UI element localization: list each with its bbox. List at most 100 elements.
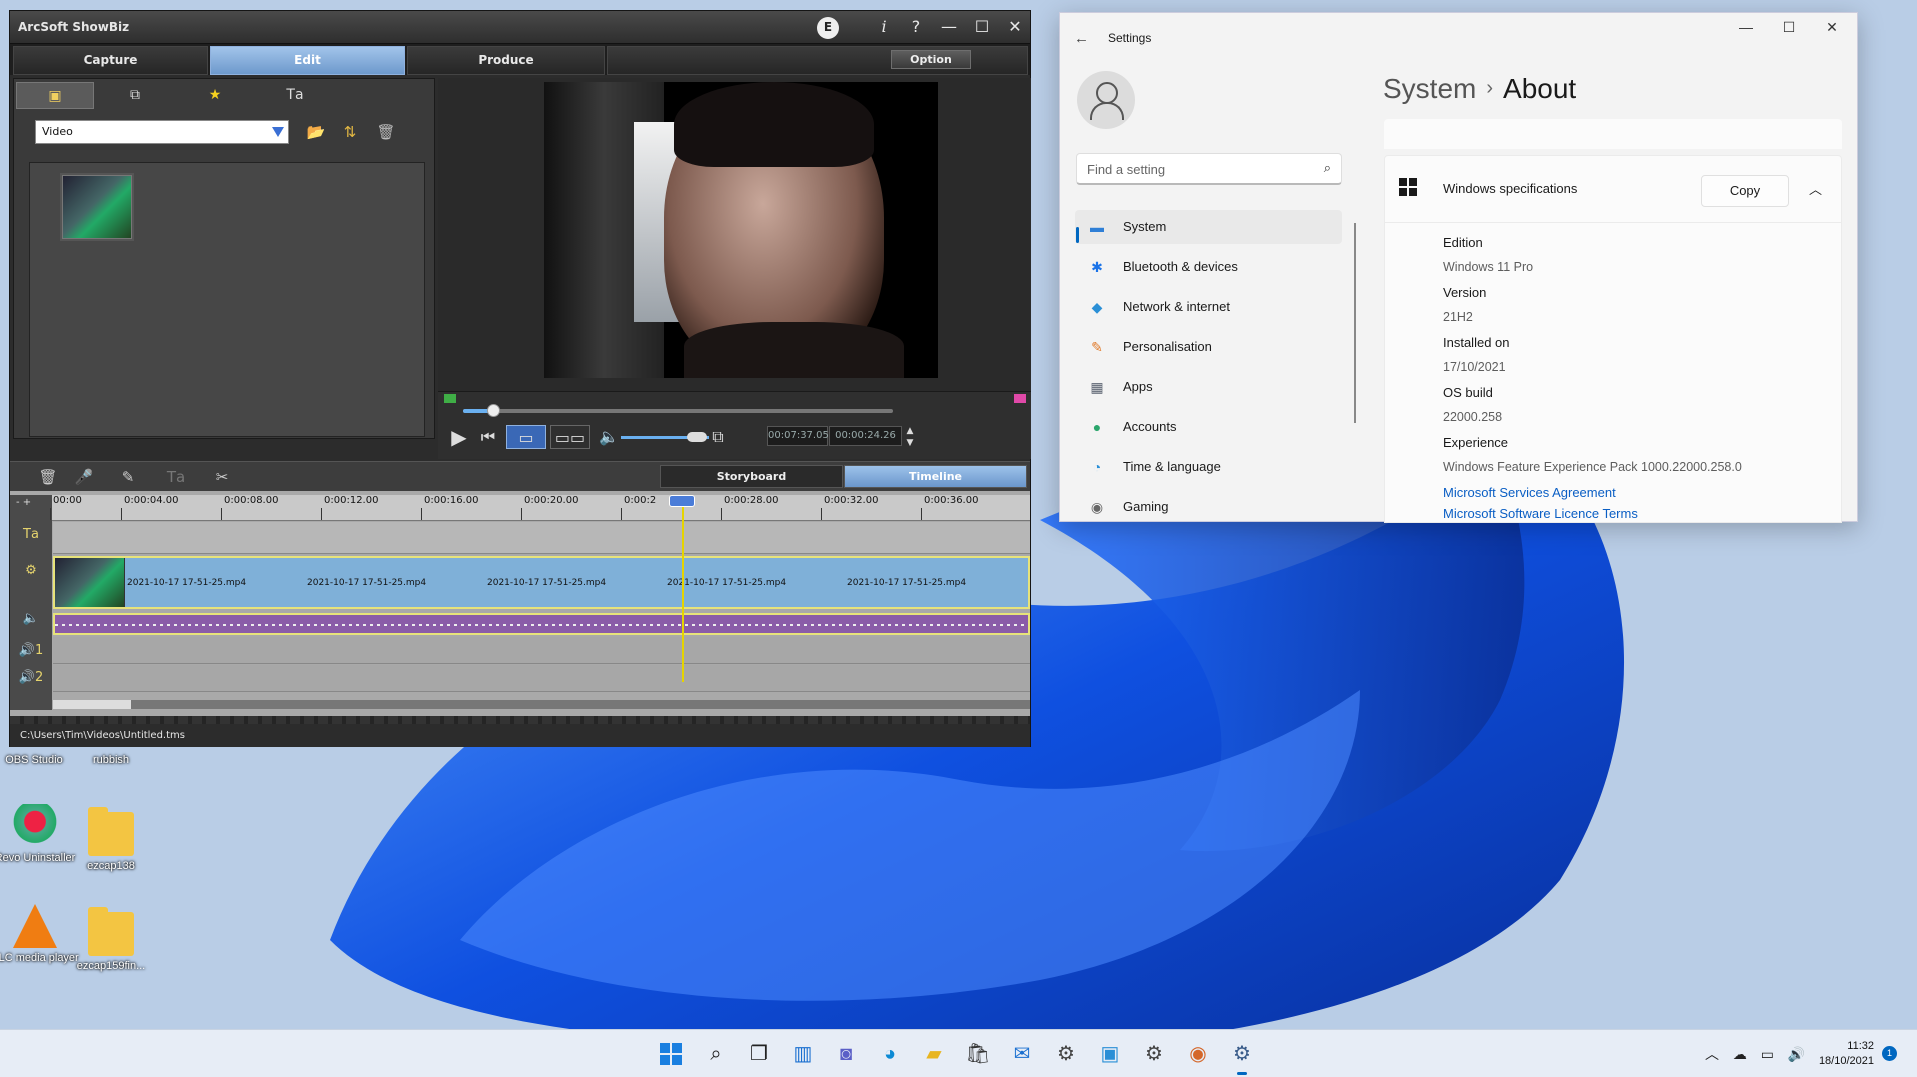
copy-button[interactable]: Copy: [1701, 175, 1789, 207]
tab-produce[interactable]: Produce: [407, 46, 605, 75]
text-tool-icon[interactable]: Tа: [164, 466, 188, 488]
option-button[interactable]: Option: [891, 50, 971, 69]
video-preview[interactable]: [544, 82, 938, 378]
file-explorer-icon[interactable]: ▰: [918, 1038, 950, 1070]
e-account-button[interactable]: E: [817, 17, 839, 39]
sort-icon[interactable]: ⇅: [337, 121, 363, 143]
text-icon[interactable]: Tа: [256, 82, 334, 109]
audio-track[interactable]: [53, 613, 1030, 635]
chevron-up-icon[interactable]: ︿: [1705, 1046, 1719, 1062]
seek-knob[interactable]: [487, 404, 501, 417]
tab-capture[interactable]: Capture: [13, 46, 208, 75]
network-icon[interactable]: ▭: [1761, 1046, 1774, 1062]
fullscreen-icon[interactable]: ⧉: [706, 425, 730, 449]
text-track[interactable]: [53, 522, 1030, 554]
settings-icon[interactable]: ⚙: [1226, 1038, 1258, 1075]
tab-edit[interactable]: Edit: [210, 46, 405, 75]
desktop-icon-ezcap138[interactable]: ezcap138: [66, 807, 156, 872]
browser-icon[interactable]: ◉: [1182, 1038, 1214, 1070]
task-view-icon[interactable]: ❐: [743, 1038, 775, 1070]
notification-badge[interactable]: 1: [1882, 1046, 1897, 1061]
close-button[interactable]: ✕: [1003, 17, 1027, 37]
delete-icon[interactable]: 🗑: [373, 121, 399, 143]
volume-icon[interactable]: 🔊: [1788, 1046, 1805, 1062]
licence-terms-link[interactable]: Microsoft Software Licence Terms: [1443, 506, 1638, 521]
mail-icon[interactable]: ✉: [1006, 1038, 1038, 1070]
sidebar-item-personalisation[interactable]: ✎ Personalisation: [1075, 330, 1342, 364]
volume-icon[interactable]: 🔈: [597, 425, 621, 449]
narration-track-1[interactable]: [53, 637, 1030, 664]
skip-to-start-icon[interactable]: ⏮: [476, 425, 500, 449]
tab-timeline[interactable]: Timeline: [844, 465, 1027, 488]
narration-track-2[interactable]: [53, 665, 1030, 692]
minimize-button[interactable]: —: [937, 17, 961, 37]
volume-slider[interactable]: [621, 432, 709, 442]
search-input[interactable]: Find a setting ⌕: [1076, 153, 1342, 185]
playhead[interactable]: [682, 495, 684, 682]
close-button[interactable]: ✕: [1812, 19, 1852, 36]
playhead-handle[interactable]: [669, 495, 695, 507]
ruler-tick: 00:00: [50, 495, 82, 520]
info-button[interactable]: i: [872, 17, 896, 37]
sidebar-item-bluetooth[interactable]: ✱ Bluetooth & devices: [1075, 250, 1342, 284]
clock[interactable]: 11:32 18/10/2021: [1818, 1039, 1874, 1069]
windows-specifications-header[interactable]: Windows specifications Copy ︿: [1384, 155, 1842, 223]
timecode-spinner-icon[interactable]: ▲ ▼: [903, 425, 917, 449]
edit-clip-icon[interactable]: ✎: [116, 466, 140, 488]
store-icon[interactable]: 🛍: [962, 1038, 994, 1070]
text-track-icon: Tа: [23, 527, 39, 542]
nav-scrollbar[interactable]: [1354, 223, 1356, 423]
widgets-icon[interactable]: ▥: [787, 1038, 819, 1070]
time-ruler[interactable]: 00:00 0:00:04.00 0:00:08.00 0:00:12.00 0…: [50, 495, 1030, 521]
app3-icon[interactable]: ⚙: [1138, 1038, 1170, 1070]
split-icon[interactable]: ✂: [210, 466, 234, 488]
mark-out-icon[interactable]: [1014, 394, 1026, 403]
back-arrow-icon[interactable]: ←: [1074, 30, 1089, 47]
chevron-up-icon[interactable]: ︿: [1809, 179, 1822, 198]
media-type-dropdown[interactable]: Video: [35, 120, 289, 144]
sidebar-item-time-language[interactable]: ◔ Time & language: [1075, 450, 1342, 484]
sidebar-item-accounts[interactable]: ● Accounts: [1075, 410, 1342, 444]
video-clip-thumbnail[interactable]: [62, 175, 132, 239]
desktop-icon-rubbish[interactable]: rubbish: [66, 754, 156, 766]
maximize-button[interactable]: ☐: [1769, 19, 1809, 36]
maximize-button[interactable]: ☐: [970, 17, 994, 37]
scrollbar-thumb[interactable]: [53, 700, 131, 709]
sidebar-item-network[interactable]: ◆ Network & internet: [1075, 290, 1342, 324]
edge-icon[interactable]: ◕: [874, 1038, 906, 1070]
onedrive-icon[interactable]: ☁: [1733, 1046, 1747, 1062]
breadcrumb-parent[interactable]: System: [1383, 73, 1476, 104]
minimize-button[interactable]: —: [1726, 19, 1766, 35]
window-title: ArcSoft ShowBiz: [18, 20, 130, 34]
zoom-controls[interactable]: - +: [16, 497, 31, 508]
start-icon[interactable]: [655, 1038, 687, 1070]
seek-bar[interactable]: [463, 404, 893, 417]
import-folder-icon[interactable]: 📂: [303, 121, 329, 143]
chat-icon[interactable]: ◙: [830, 1038, 862, 1070]
play-icon[interactable]: ▶: [446, 425, 472, 449]
sidebar-item-apps[interactable]: ▦ Apps: [1075, 370, 1342, 404]
app1-icon[interactable]: ⚙: [1050, 1038, 1082, 1070]
volume-knob[interactable]: [687, 432, 707, 442]
video-track[interactable]: 2021-10-17 17-51-25.mp4 2021-10-17 17-51…: [53, 556, 1030, 609]
delete-clip-icon[interactable]: 🗑: [36, 466, 60, 488]
narration-mic-icon[interactable]: 🎤: [72, 466, 96, 488]
showbiz-titlebar[interactable]: ArcSoft ShowBiz E i ? — ☐ ✕: [10, 11, 1030, 44]
sidebar-item-gaming[interactable]: ◉ Gaming: [1075, 490, 1342, 524]
timeline-mode-icon[interactable]: ▭▭: [550, 425, 590, 449]
desktop-icon-ezcap159[interactable]: ezcap159fin...: [66, 907, 156, 972]
mark-in-icon[interactable]: [444, 394, 456, 403]
video-library-icon[interactable]: ▣: [16, 82, 94, 109]
app2-icon[interactable]: ▣: [1094, 1038, 1126, 1070]
sidebar-item-system[interactable]: ▬ System: [1075, 210, 1342, 244]
storyboard-mode-icon[interactable]: ▭: [506, 425, 546, 449]
transitions-icon[interactable]: ⧉: [96, 82, 174, 109]
services-agreement-link[interactable]: Microsoft Services Agreement: [1443, 485, 1616, 500]
search-icon[interactable]: ⌕: [700, 1038, 732, 1070]
timeline-scrollbar[interactable]: [53, 700, 1030, 709]
effects-icon[interactable]: ★: [176, 82, 254, 109]
time-total[interactable]: 00:00:24.26: [829, 426, 902, 446]
tab-storyboard[interactable]: Storyboard: [660, 465, 843, 488]
help-button[interactable]: ?: [904, 17, 928, 37]
avatar[interactable]: [1077, 71, 1135, 129]
